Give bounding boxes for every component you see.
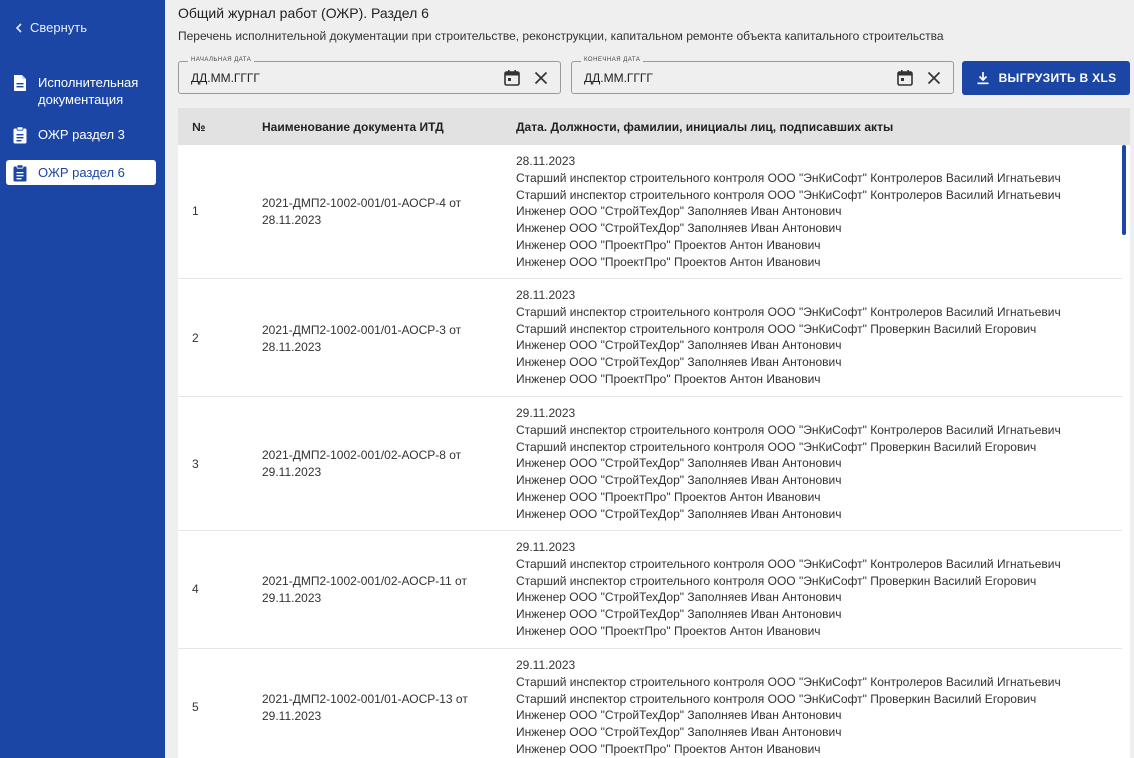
- row-number: 3: [192, 457, 199, 471]
- signer-line: 29.11.2023: [516, 540, 576, 554]
- row-document: 2021-ДМП2-1002-001/02-АОСР-11 от 29.11.2…: [262, 574, 467, 605]
- table-row[interactable]: 1 2021-ДМП2-1002-001/01-АОСР-4 от 28.11.…: [178, 145, 1122, 279]
- sidebar-item-label: ОЖР раздел 3: [38, 127, 125, 142]
- sidebar: Свернуть Исполнительная документация ОЖР…: [0, 0, 165, 758]
- table-row[interactable]: 4 2021-ДМП2-1002-001/02-АОСР-11 от 29.11…: [178, 531, 1122, 649]
- signer-line: Инженер ООО "СтройТехДор" Заполняев Иван…: [516, 590, 842, 605]
- sidebar-item-label: Исполнительная документация: [38, 75, 139, 107]
- table-header: № Наименование документа ИТД Дата. Должн…: [178, 108, 1130, 145]
- row-document: 2021-ДМП2-1002-001/01-АОСР-4 от 28.11.20…: [262, 196, 462, 227]
- signer-line: Инженер ООО "СтройТехДор" Заполняев Иван…: [516, 506, 842, 521]
- document-icon: [14, 75, 26, 91]
- signer-line: Старший инспектор строительного контроля…: [516, 187, 1061, 202]
- signer-line: Инженер ООО "СтройТехДор" Заполняев Иван…: [516, 456, 842, 471]
- end-date-legend: Конечная дата: [581, 57, 644, 63]
- sidebar-item-label: ОЖР раздел 6: [38, 165, 125, 180]
- collapse-button[interactable]: Свернуть: [14, 20, 87, 35]
- signer-line: Инженер ООО "ПроектПро" Проектов Антон И…: [516, 254, 821, 269]
- row-signers: 29.11.2023 Старший инспектор строительно…: [516, 539, 1061, 640]
- signer-line: Инженер ООО "ПроектПро" Проектов Антон И…: [516, 489, 821, 504]
- signer-line: Инженер ООО "ПроектПро" Проектов Антон И…: [516, 237, 821, 252]
- signer-line: 28.11.2023: [516, 154, 576, 168]
- signer-line: Инженер ООО "СтройТехДор" Заполняев Иван…: [516, 708, 842, 723]
- table-scrollbar[interactable]: [1122, 145, 1126, 235]
- signer-line: Инженер ООО "СтройТехДор" Заполняев Иван…: [516, 221, 842, 236]
- row-number: 4: [192, 582, 199, 596]
- clear-icon[interactable]: [926, 70, 942, 86]
- page-title: Общий журнал работ (ОЖР). Раздел 6: [178, 5, 429, 21]
- signer-line: 29.11.2023: [516, 658, 576, 672]
- column-header-document: Наименование документа ИТД: [262, 120, 444, 134]
- table-row[interactable]: 2 2021-ДМП2-1002-001/01-АОСР-3 от 28.11.…: [178, 279, 1122, 397]
- signer-line: Инженер ООО "ПроектПро" Проектов Антон И…: [516, 741, 821, 756]
- row-number: 2: [192, 331, 199, 345]
- export-label: ВЫГРУЗИТЬ В XLS: [998, 71, 1117, 85]
- signer-line: Старший инспектор строительного контроля…: [516, 573, 1037, 588]
- signer-line: Старший инспектор строительного контроля…: [516, 422, 1061, 437]
- calendar-icon[interactable]: [896, 69, 914, 87]
- start-date-legend: Начальная дата: [188, 57, 255, 63]
- page-subtitle: Перечень исполнительной документации при…: [178, 29, 944, 43]
- sidebar-item-executive-docs[interactable]: Исполнительная документация: [6, 70, 156, 112]
- table-row[interactable]: 5 2021-ДМП2-1002-001/01-АОСР-13 от 29.11…: [178, 649, 1122, 758]
- start-date-field: Начальная дата: [178, 57, 561, 94]
- signer-line: Инженер ООО "ПроектПро" Проектов Антон И…: [516, 371, 821, 386]
- signer-line: Старший инспектор строительного контроля…: [516, 691, 1037, 706]
- signer-line: 28.11.2023: [516, 288, 576, 302]
- documents-table: № Наименование документа ИТД Дата. Должн…: [178, 108, 1130, 758]
- sidebar-item-ozhr-section-6[interactable]: ОЖР раздел 6: [6, 160, 156, 185]
- start-date-input[interactable]: [191, 69, 491, 87]
- app-root: Свернуть Исполнительная документация ОЖР…: [0, 0, 1134, 758]
- row-number: 5: [192, 700, 199, 714]
- row-signers: 29.11.2023 Старший инспектор строительно…: [516, 657, 1061, 758]
- row-signers: 29.11.2023 Старший инспектор строительно…: [516, 405, 1061, 523]
- collapse-label: Свернуть: [30, 20, 88, 35]
- signer-line: 29.11.2023: [516, 406, 576, 420]
- table-row[interactable]: 3 2021-ДМП2-1002-001/02-АОСР-8 от 29.11.…: [178, 397, 1122, 531]
- row-signers: 28.11.2023 Старший инспектор строительно…: [516, 287, 1061, 388]
- end-date-field: Конечная дата: [571, 57, 954, 94]
- signer-line: Инженер ООО "СтройТехДор" Заполняев Иван…: [516, 338, 842, 353]
- row-document: 2021-ДМП2-1002-001/01-АОСР-3 от 28.11.20…: [262, 323, 462, 354]
- end-date-input[interactable]: [584, 69, 884, 87]
- signer-line: Старший инспектор строительного контроля…: [516, 439, 1037, 454]
- row-document: 2021-ДМП2-1002-001/01-АОСР-13 от 29.11.2…: [262, 692, 468, 723]
- signer-line: Инженер ООО "ПроектПро" Проектов Антон И…: [516, 623, 821, 638]
- signer-line: Инженер ООО "СтройТехДор" Заполняев Иван…: [516, 204, 842, 219]
- download-icon: [977, 72, 989, 85]
- row-number: 1: [192, 204, 199, 218]
- calendar-icon[interactable]: [503, 69, 521, 87]
- clipboard-icon: [13, 163, 27, 181]
- signer-line: Старший инспектор строительного контроля…: [516, 304, 1061, 319]
- signer-line: Старший инспектор строительного контроля…: [516, 556, 1061, 571]
- sidebar-item-ozhr-section-3[interactable]: ОЖР раздел 3: [6, 122, 156, 148]
- signer-line: Старший инспектор строительного контроля…: [516, 674, 1061, 689]
- column-header-signers: Дата. Должности, фамилии, инициалы лиц, …: [516, 120, 894, 134]
- clipboard-icon: [13, 126, 27, 144]
- export-xls-button[interactable]: ВЫГРУЗИТЬ В XLS: [962, 61, 1130, 95]
- signer-line: Старший инспектор строительного контроля…: [516, 321, 1037, 336]
- column-header-number: №: [192, 120, 206, 134]
- signer-line: Инженер ООО "СтройТехДор" Заполняев Иван…: [516, 473, 842, 488]
- row-document: 2021-ДМП2-1002-001/02-АОСР-8 от 29.11.20…: [262, 448, 462, 479]
- signer-line: Инженер ООО "СтройТехДор" Заполняев Иван…: [516, 725, 842, 740]
- clear-icon[interactable]: [533, 70, 549, 86]
- row-signers: 28.11.2023 Старший инспектор строительно…: [516, 153, 1061, 271]
- chevron-left-icon: [15, 22, 22, 33]
- signer-line: Старший инспектор строительного контроля…: [516, 170, 1061, 185]
- signer-line: Инженер ООО "СтройТехДор" Заполняев Иван…: [516, 607, 842, 622]
- signer-line: Инженер ООО "СтройТехДор" Заполняев Иван…: [516, 355, 842, 370]
